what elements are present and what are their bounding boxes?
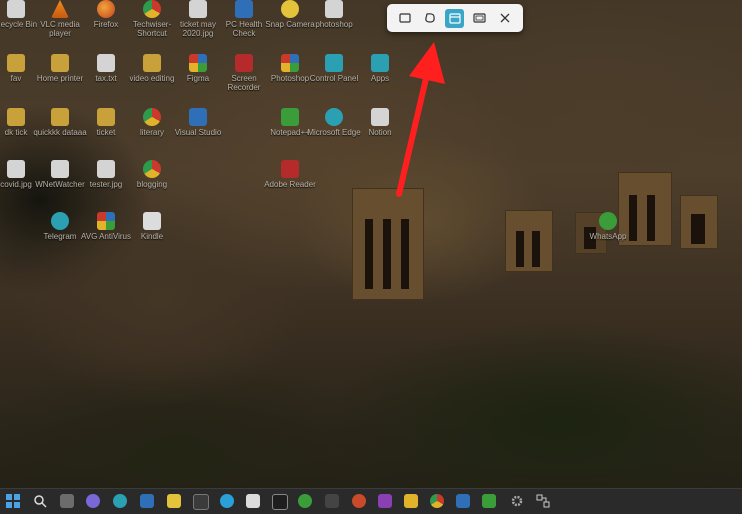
task-view-icon[interactable] <box>60 494 74 508</box>
search-icon[interactable] <box>33 494 47 508</box>
chat-icon[interactable] <box>86 494 100 508</box>
whatsapp-icon[interactable] <box>298 494 312 508</box>
app-icon[interactable] <box>325 494 339 508</box>
annotation-arrow <box>396 42 445 197</box>
chrome-icon[interactable] <box>430 494 444 508</box>
app-icon[interactable] <box>352 494 366 508</box>
file-explorer-icon[interactable] <box>404 494 418 508</box>
settings-icon[interactable] <box>510 494 524 508</box>
windows-start-icon[interactable] <box>6 494 20 508</box>
outlook-icon[interactable] <box>456 494 470 508</box>
network-icon[interactable] <box>536 494 550 508</box>
edge-icon[interactable] <box>113 494 127 508</box>
onenote-icon[interactable] <box>378 494 392 508</box>
telegram-icon[interactable] <box>220 494 234 508</box>
app-icon[interactable] <box>272 494 288 510</box>
kindle-icon[interactable] <box>246 494 260 508</box>
taskbar <box>0 488 742 514</box>
sticky-notes-icon[interactable] <box>167 494 181 508</box>
monitor-icon[interactable] <box>140 494 154 508</box>
app-icon[interactable] <box>193 494 209 510</box>
app-icon[interactable] <box>482 494 496 508</box>
